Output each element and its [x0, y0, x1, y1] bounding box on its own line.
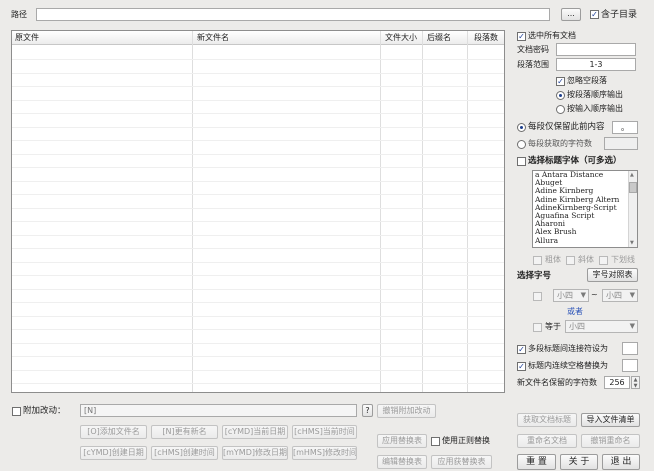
max-chars-spinner[interactable]: ▲ ▼: [631, 376, 640, 389]
or-label: 或者: [567, 307, 583, 316]
undo-rename-button[interactable]: 撤销重命名: [581, 434, 640, 448]
undo-append-button[interactable]: 撤销附加改动: [377, 404, 436, 418]
heading-space-input[interactable]: [622, 359, 638, 372]
doc-password-label: 文档密码: [517, 45, 549, 54]
order-input-radio[interactable]: [556, 105, 565, 114]
path-input[interactable]: [36, 8, 550, 21]
keep-before-input[interactable]: 。: [612, 121, 638, 134]
select-all-checkbox[interactable]: ✓: [517, 32, 526, 41]
order-para-radio[interactable]: [556, 91, 565, 100]
underline-checkbox[interactable]: [599, 256, 608, 265]
size-equal-label: 等于: [545, 322, 561, 331]
placeholder-tag-button[interactable]: [mYMD]修改日期: [222, 446, 288, 460]
max-chars-input[interactable]: 256: [604, 376, 630, 389]
path-label: 路径: [11, 10, 27, 19]
col-file-size[interactable]: 文件大小: [382, 31, 417, 45]
col-new-name[interactable]: 新文件名: [194, 31, 229, 45]
placeholder-tag-button[interactable]: [cHMS]创建时间: [151, 446, 218, 460]
file-table[interactable]: 原文件 新文件名 文件大小 后缀名 段落数: [11, 30, 505, 393]
heading-space-label: 标题内连续空格替换为: [528, 361, 608, 370]
regex-label: 使用正则替换: [442, 436, 490, 445]
multi-heading-checkbox[interactable]: ✓: [517, 345, 526, 354]
size-table-button[interactable]: 字号对照表: [587, 268, 638, 282]
append-pattern-input[interactable]: [N]: [80, 404, 357, 417]
max-chars-label: 新文件名保留的字符数: [517, 378, 597, 387]
append-changes-label: 附加改动：: [23, 406, 66, 416]
import-list-button[interactable]: 导入文件清单: [581, 413, 640, 427]
placeholder-tag-button[interactable]: [O]添加文件名: [80, 425, 147, 439]
bold-label: 粗体: [545, 255, 561, 264]
scroll-up-icon[interactable]: ▲: [630, 172, 634, 178]
doc-password-input[interactable]: [556, 43, 636, 56]
regex-checkbox[interactable]: [431, 437, 440, 446]
get-title-button[interactable]: 获取文档标题: [517, 413, 577, 427]
size-tilde: ~: [591, 290, 598, 299]
placeholder-tag-button[interactable]: [cHMS]当前时间: [292, 425, 357, 439]
chevron-down-icon: ▼: [629, 322, 635, 330]
keep-before-radio[interactable]: [517, 123, 526, 132]
order-input-label: 按输入顺序输出: [567, 104, 623, 113]
underline-label: 下划线: [611, 255, 635, 264]
para-range-input[interactable]: 1-3: [556, 58, 636, 71]
keep-before-label: 每段仅保留此前内容: [528, 122, 605, 132]
char-count-radio[interactable]: [517, 140, 526, 149]
browse-button[interactable]: ...: [561, 8, 581, 21]
subdir-label: 含子目录: [601, 10, 638, 20]
edit-replace-button[interactable]: 编辑替换表: [377, 455, 427, 469]
subdir-checkbox[interactable]: ✓: [590, 10, 599, 19]
select-all-label: 选中所有文档: [528, 31, 576, 40]
scroll-down-icon[interactable]: ▼: [630, 240, 634, 246]
placeholder-tag-button[interactable]: [cYMD]创建日期: [80, 446, 147, 460]
size-to-select[interactable]: 小四 ▼: [602, 289, 638, 302]
chevron-down-icon: ▼: [629, 291, 635, 299]
chevron-down-icon: ▼: [580, 291, 586, 299]
rename-doc-button[interactable]: 重命名文档: [517, 434, 577, 448]
char-count-input[interactable]: [604, 137, 638, 150]
ignore-empty-checkbox[interactable]: ✓: [556, 77, 565, 86]
italic-checkbox[interactable]: [566, 256, 575, 265]
ignore-empty-label: 忽略空段落: [567, 76, 607, 85]
apply-replace2-button[interactable]: 应用获替换表: [431, 455, 492, 469]
size-equal-select[interactable]: 小四 ▼: [565, 320, 638, 333]
order-para-label: 按段落顺序输出: [567, 90, 623, 99]
col-paragraphs[interactable]: 段落数: [471, 31, 498, 45]
font-list-scrollbar[interactable]: ▲ ▼: [628, 171, 637, 247]
char-count-label: 每段获取的字符数: [528, 139, 592, 148]
para-range-label: 段落范围: [517, 60, 549, 69]
placeholder-tag-button[interactable]: [mHMS]修改时间: [292, 446, 357, 460]
italic-label: 斜体: [578, 255, 594, 264]
spin-down-icon[interactable]: ▼: [634, 383, 638, 389]
bold-checkbox[interactable]: [533, 256, 542, 265]
reset-button[interactable]: 重 置: [517, 454, 556, 470]
table-header: 原文件 新文件名 文件大小 后缀名 段落数: [12, 31, 504, 45]
apply-replace-button[interactable]: 应用替换表: [377, 434, 427, 448]
about-button[interactable]: 关 于: [560, 454, 598, 470]
help-button[interactable]: ?: [362, 404, 373, 417]
col-extension[interactable]: 后缀名: [424, 31, 451, 45]
multi-heading-label: 多段标题间连接符设为: [528, 344, 608, 353]
heading-font-label: 选择标题字体（可多选）: [528, 156, 622, 166]
placeholder-tag-button[interactable]: [N]更有新名: [151, 425, 218, 439]
heading-space-checkbox[interactable]: ✓: [517, 362, 526, 371]
font-list-item[interactable]: Allura: [533, 236, 637, 245]
size-range-checkbox[interactable]: [533, 292, 542, 301]
scroll-thumb[interactable]: [629, 182, 637, 193]
placeholder-tag-button[interactable]: [cYMD]当前日期: [222, 425, 288, 439]
append-changes-checkbox[interactable]: [12, 407, 21, 416]
size-from-select[interactable]: 小四 ▼: [553, 289, 589, 302]
size-title: 选择字号: [517, 271, 552, 281]
col-original-file[interactable]: 原文件: [12, 31, 39, 45]
multi-heading-input[interactable]: [622, 342, 638, 355]
size-equal-checkbox[interactable]: [533, 323, 542, 332]
exit-button[interactable]: 退 出: [602, 454, 640, 470]
font-list[interactable]: a Antara Distance Abuget Adine Kirnberg Adi…: [532, 170, 638, 248]
heading-font-checkbox[interactable]: [517, 157, 526, 166]
